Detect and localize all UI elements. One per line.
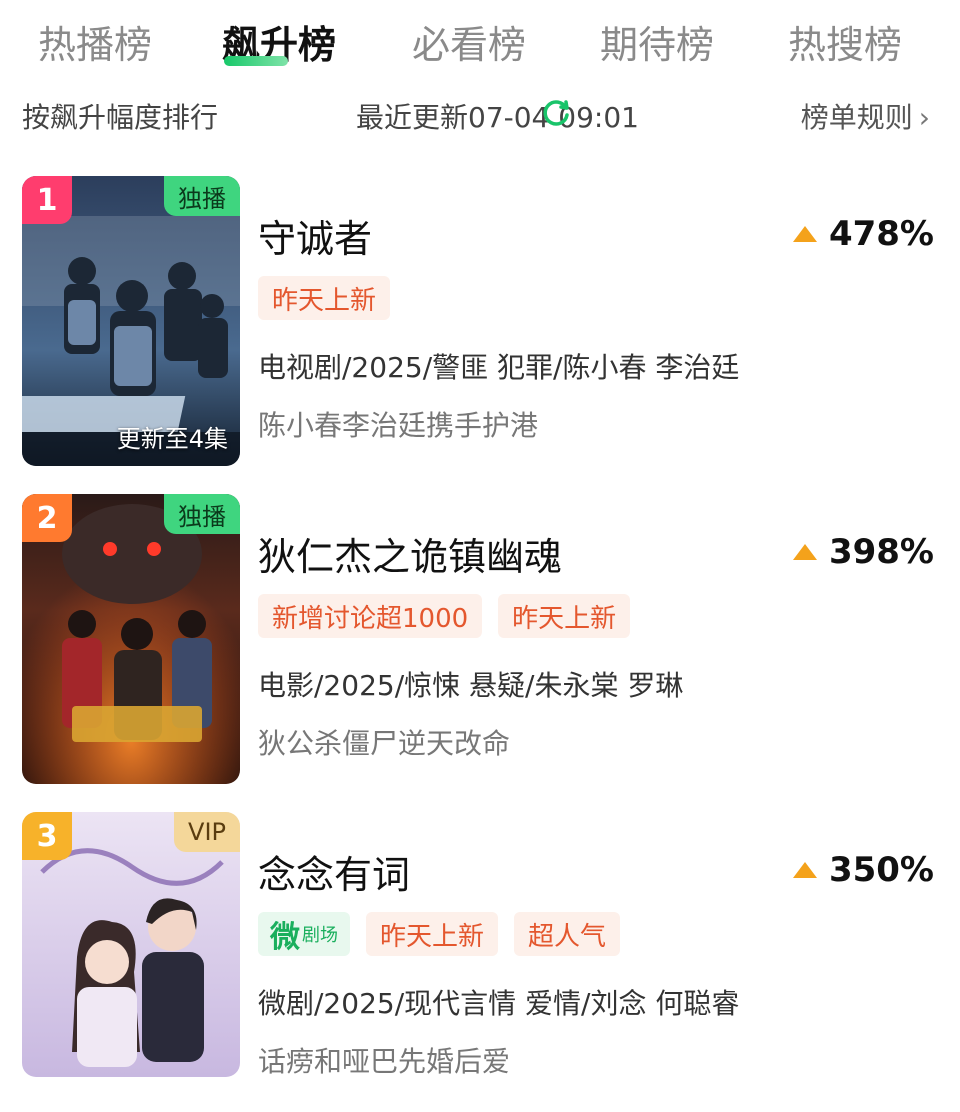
rank-badge: 1 (22, 176, 72, 224)
rules-link[interactable]: 榜单规则 › (801, 96, 930, 136)
up-triangle-icon (792, 226, 817, 242)
rise-value: 350% (828, 850, 934, 890)
rise-percentage: 350% (792, 850, 934, 890)
item-title[interactable]: 念念有词 (258, 844, 410, 899)
update-time: 最近更新07-04 09:01 (356, 101, 639, 134)
tab-hot-play[interactable]: 热播榜 (38, 14, 152, 69)
item-description: 陈小春李治廷携手护港 (258, 409, 539, 442)
tab-anticipated[interactable]: 期待榜 (600, 14, 714, 69)
tag: 昨天上新 (366, 912, 499, 956)
active-tab-indicator (224, 56, 288, 66)
exclusive-badge: 独播 (164, 494, 240, 534)
tag: 昨天上新 (498, 594, 631, 638)
item-title[interactable]: 守诚者 (258, 208, 372, 263)
item-meta: 电影/2025/惊悚 悬疑/朱永棠 罗琳 (258, 669, 684, 702)
refresh-icon[interactable] (540, 98, 572, 130)
item-description: 话痨和哑巴先婚后爱 (258, 1045, 511, 1078)
tag-list: 昨天上新 (258, 276, 391, 320)
ranking-item[interactable]: 1 独播 更新至4集 守诚者 478% 昨天上新 电视剧/2025/警匪 犯罪/… (0, 176, 960, 476)
poster-image[interactable]: 1 独播 更新至4集 (22, 176, 240, 466)
tag: 新增讨论超1000 (258, 594, 483, 638)
rank-badge: 2 (22, 494, 72, 542)
rank-badge: 3 (22, 812, 72, 860)
micro-theater-tag: 微剧场 (258, 912, 350, 956)
sort-description: 按飙升幅度排行 (22, 101, 219, 134)
tab-must-watch[interactable]: 必看榜 (412, 14, 526, 69)
ranking-subbar: 按飙升幅度排行 最近更新07-04 09:01 榜单规则 › (0, 96, 960, 140)
exclusive-badge: 独播 (164, 176, 240, 216)
ranking-tabs: 热播榜 飙升榜 必看榜 期待榜 热搜榜 (0, 0, 960, 80)
rise-value: 398% (828, 532, 934, 572)
tab-hot-search[interactable]: 热搜榜 (788, 14, 902, 69)
poster-image[interactable]: 3 VIP (22, 812, 240, 1077)
rise-percentage: 478% (792, 214, 934, 254)
tag: 超人气 (514, 912, 621, 956)
item-meta: 微剧/2025/现代言情 爱情/刘念 何聪睿 (258, 987, 740, 1020)
ranking-item[interactable]: 3 VIP 念念有词 350% 微剧场 昨天上新 超人气 微剧/2025/现代言… (0, 812, 960, 1112)
item-meta: 电视剧/2025/警匪 犯罪/陈小春 李治廷 (258, 351, 740, 384)
chevron-right-icon: › (918, 101, 930, 134)
vip-badge: VIP (174, 812, 240, 852)
item-title[interactable]: 狄仁杰之诡镇幽魂 (258, 526, 562, 581)
tag-list: 新增讨论超1000 昨天上新 (258, 594, 631, 638)
up-triangle-icon (792, 544, 817, 560)
poster-image[interactable]: 2 独播 (22, 494, 240, 784)
episode-label: 更新至4集 (116, 425, 228, 453)
micro-tag-sub: 剧场 (302, 925, 338, 946)
tag-list: 微剧场 昨天上新 超人气 (258, 912, 621, 956)
rise-percentage: 398% (792, 532, 934, 572)
ranking-item[interactable]: 2 独播 狄仁杰之诡镇幽魂 398% 新增讨论超1000 昨天上新 电影/202… (0, 494, 960, 794)
rise-value: 478% (828, 214, 934, 254)
micro-tag-label: 微 (270, 920, 300, 955)
tag: 昨天上新 (258, 276, 391, 320)
rules-label: 榜单规则 (800, 101, 913, 134)
item-description: 狄公杀僵尸逆天改命 (258, 727, 511, 760)
up-triangle-icon (792, 862, 817, 878)
